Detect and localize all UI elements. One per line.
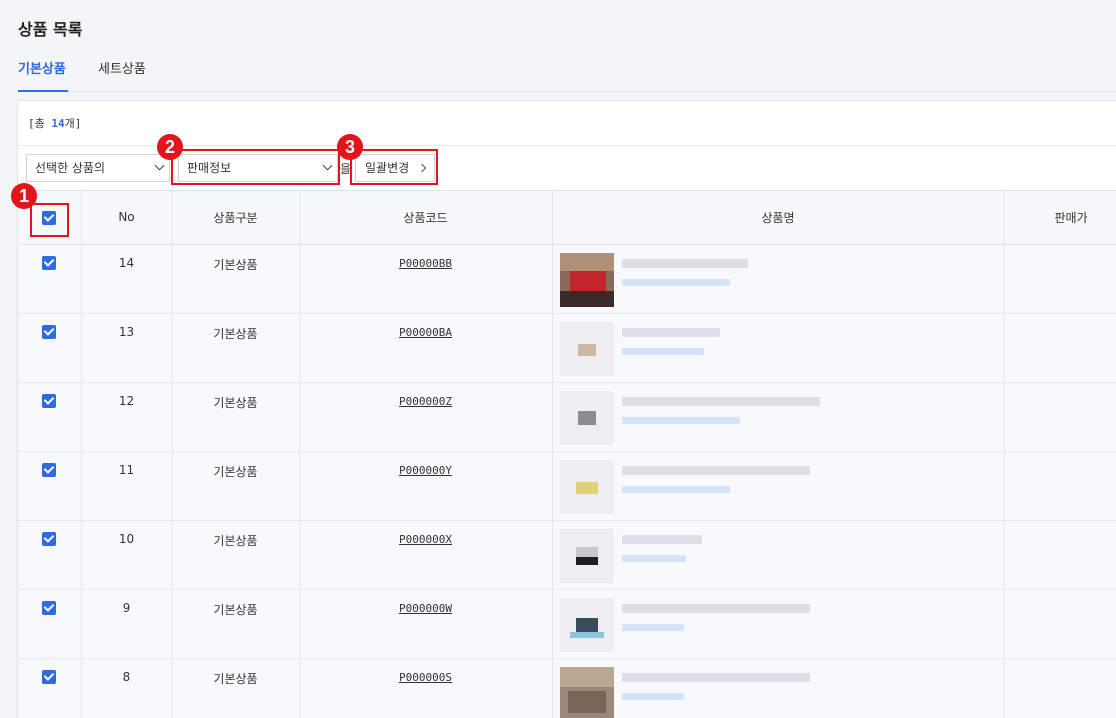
- row-no: 13: [81, 313, 173, 383]
- tab-basic-products[interactable]: 기본상품: [18, 60, 68, 92]
- blurred-product-name: [621, 603, 810, 613]
- target-select-value: 선택한 상품의: [35, 161, 106, 175]
- row-checkbox[interactable]: [42, 531, 57, 546]
- table-row[interactable]: 14 기본상품 P00000BB: [18, 244, 1116, 314]
- row-no: 12: [81, 382, 173, 452]
- row-no: 10: [81, 520, 173, 590]
- table-row[interactable]: 13 기본상품 P00000BA: [18, 313, 1116, 383]
- product-name-cell: [552, 451, 1005, 521]
- blurred-product-option: [621, 692, 684, 700]
- object-particle: 을: [340, 162, 352, 176]
- tab-bar: 기본상품 세트상품: [18, 60, 1116, 92]
- blurred-product-name: [621, 396, 820, 406]
- row-checkbox[interactable]: [42, 669, 57, 684]
- row-price: [1004, 520, 1116, 590]
- annotation-badge-3: 3: [337, 134, 363, 160]
- column-header-price[interactable]: 판매가: [1004, 191, 1116, 245]
- product-code-link[interactable]: P000000Y: [399, 464, 452, 477]
- row-type: 기본상품: [172, 313, 300, 383]
- row-checkbox[interactable]: [42, 255, 57, 270]
- row-checkbox[interactable]: [42, 324, 57, 339]
- row-price: [1004, 451, 1116, 521]
- row-type: 기본상품: [172, 658, 300, 718]
- bulk-change-button[interactable]: 일괄변경: [355, 154, 435, 182]
- row-price: [1004, 589, 1116, 659]
- chevron-right-icon: [417, 163, 427, 173]
- row-no: 8: [81, 658, 173, 718]
- product-code-link[interactable]: P000000S: [399, 671, 452, 684]
- product-name-cell: [552, 244, 1005, 314]
- row-checkbox[interactable]: [42, 600, 57, 615]
- column-header-type[interactable]: 상품구분: [172, 191, 300, 245]
- product-thumbnail[interactable]: [559, 459, 614, 514]
- blurred-product-name: [621, 534, 702, 544]
- info-type-select[interactable]: 판매정보: [178, 154, 338, 182]
- chevron-down-icon: [154, 160, 165, 171]
- product-code-link[interactable]: P00000BB: [399, 257, 452, 270]
- blurred-product-option: [621, 347, 704, 355]
- product-name-cell: [552, 520, 1005, 590]
- target-select[interactable]: 선택한 상품의: [26, 154, 170, 182]
- product-code-link[interactable]: P000000X: [399, 533, 452, 546]
- product-thumbnail[interactable]: [559, 390, 614, 445]
- row-price: [1004, 382, 1116, 452]
- product-thumbnail[interactable]: [559, 528, 614, 583]
- table-row[interactable]: 8 기본상품 P000000S: [18, 658, 1116, 718]
- product-table: No 상품구분 상품코드 상품명 판매가 14 기본상품 P00000BB 13…: [18, 191, 1116, 718]
- product-code-link[interactable]: P000000Z: [399, 395, 452, 408]
- blurred-product-name: [621, 672, 810, 682]
- column-header-no[interactable]: No: [81, 191, 173, 245]
- row-price: [1004, 244, 1116, 314]
- column-header-code[interactable]: 상품코드: [299, 191, 553, 245]
- total-count-number: 14: [51, 117, 65, 130]
- table-row[interactable]: 12 기본상품 P000000Z: [18, 382, 1116, 452]
- product-thumbnail[interactable]: [559, 321, 614, 376]
- select-all-checkbox[interactable]: [42, 210, 57, 225]
- column-header-name[interactable]: 상품명: [552, 191, 1005, 245]
- blurred-product-option: [621, 623, 684, 631]
- blurred-product-option: [621, 485, 730, 493]
- row-no: 9: [81, 589, 173, 659]
- row-type: 기본상품: [172, 520, 300, 590]
- blurred-product-name: [621, 327, 720, 337]
- chevron-down-icon: [322, 160, 333, 171]
- annotation-badge-1: 1: [11, 183, 37, 209]
- product-thumbnail[interactable]: [559, 597, 614, 652]
- row-price: [1004, 658, 1116, 718]
- product-list-panel: [총 14개] 선택한 상품의 판매정보 을 일괄변경 No 상품구분 상품코드…: [17, 100, 1116, 718]
- row-type: 기본상품: [172, 244, 300, 314]
- info-type-select-value: 판매정보: [187, 161, 232, 175]
- product-name-cell: [552, 658, 1005, 718]
- bulk-change-label: 일괄변경: [365, 161, 410, 175]
- product-code-link[interactable]: P000000W: [399, 602, 452, 615]
- table-row[interactable]: 10 기본상품 P000000X: [18, 520, 1116, 590]
- row-type: 기본상품: [172, 382, 300, 452]
- row-checkbox[interactable]: [42, 462, 57, 477]
- table-row[interactable]: 11 기본상품 P000000Y: [18, 451, 1116, 521]
- table-header-row: No 상품구분 상품코드 상품명 판매가: [18, 191, 1116, 245]
- tab-set-products[interactable]: 세트상품: [98, 60, 146, 92]
- product-name-cell: [552, 313, 1005, 383]
- row-type: 기본상품: [172, 589, 300, 659]
- blurred-product-name: [621, 258, 748, 268]
- product-thumbnail[interactable]: [559, 666, 614, 718]
- product-thumbnail[interactable]: [559, 252, 614, 307]
- blurred-product-name: [621, 465, 810, 475]
- blurred-product-option: [621, 554, 686, 562]
- page-title: 상품 목록: [18, 20, 83, 39]
- product-name-cell: [552, 589, 1005, 659]
- product-code-link[interactable]: P00000BA: [399, 326, 452, 339]
- row-checkbox[interactable]: [42, 393, 57, 408]
- blurred-product-option: [621, 278, 730, 286]
- row-no: 11: [81, 451, 173, 521]
- total-count: [총 14개]: [28, 117, 82, 130]
- blurred-product-option: [621, 416, 740, 424]
- product-name-cell: [552, 382, 1005, 452]
- row-no: 14: [81, 244, 173, 314]
- table-row[interactable]: 9 기본상품 P000000W: [18, 589, 1116, 659]
- annotation-badge-2: 2: [157, 134, 183, 160]
- row-price: [1004, 313, 1116, 383]
- row-type: 기본상품: [172, 451, 300, 521]
